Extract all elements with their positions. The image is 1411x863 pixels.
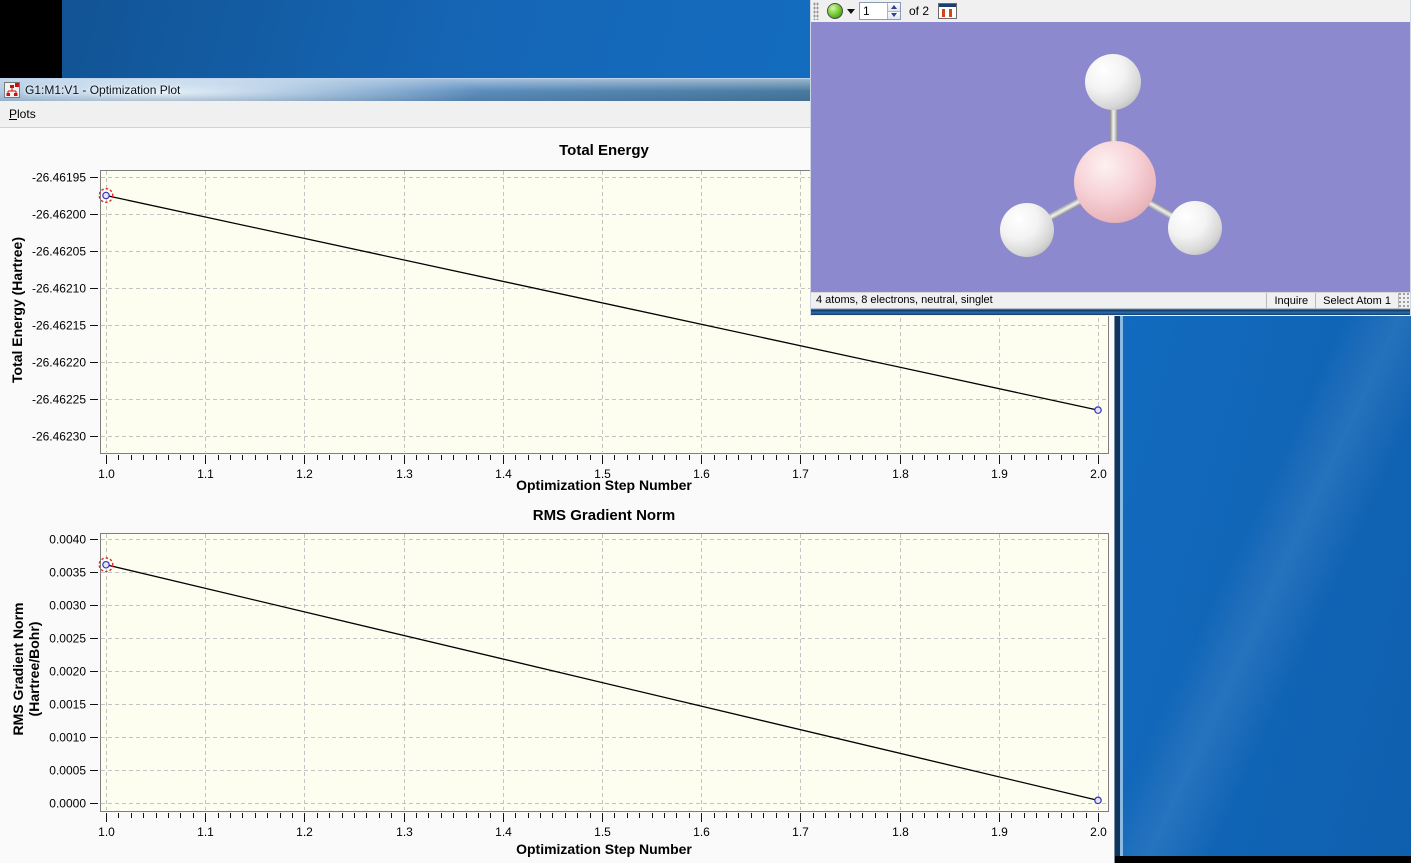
menu-plots[interactable]: Plots bbox=[0, 105, 45, 123]
status-select-atom: Select Atom 1 bbox=[1315, 293, 1398, 308]
arrow-down-icon bbox=[891, 13, 897, 18]
window-bottom-border bbox=[811, 308, 1410, 315]
svg-text:0.0000: 0.0000 bbox=[49, 797, 86, 811]
frame-list-icon[interactable] bbox=[938, 3, 958, 19]
frame-spinner[interactable]: 1 bbox=[859, 2, 901, 20]
x-axis-label-top: Optimization Step Number bbox=[516, 477, 692, 493]
boron-atom-center[interactable] bbox=[1074, 141, 1156, 223]
icon-red-bar bbox=[942, 9, 946, 17]
svg-text:0.0040: 0.0040 bbox=[49, 533, 86, 547]
svg-text:-26.46205: -26.46205 bbox=[32, 245, 86, 259]
svg-text:-26.46195: -26.46195 bbox=[32, 171, 86, 185]
molecule-info-text: 4 atoms, 8 electrons, neutral, singlet bbox=[816, 294, 993, 306]
desktop-black-bottom-strip bbox=[1115, 856, 1411, 863]
desktop-light-streak bbox=[1115, 310, 1411, 863]
resize-grip[interactable] bbox=[1398, 293, 1410, 308]
svg-text:1.5: 1.5 bbox=[594, 825, 611, 839]
green-sphere-icon[interactable] bbox=[827, 3, 843, 19]
chart-title-rms-gradient: RMS Gradient Norm bbox=[532, 507, 676, 524]
svg-text:-26.46210: -26.46210 bbox=[32, 282, 86, 296]
status-mode-inquire: Inquire bbox=[1266, 293, 1315, 308]
desktop-black-corner bbox=[0, 0, 62, 78]
svg-text:1.2: 1.2 bbox=[296, 825, 313, 839]
svg-text:1.8: 1.8 bbox=[892, 825, 909, 839]
svg-text:0.0025: 0.0025 bbox=[49, 632, 86, 646]
svg-text:1.4: 1.4 bbox=[495, 825, 512, 839]
svg-text:1.7: 1.7 bbox=[792, 825, 809, 839]
menu-plots-label: Plots bbox=[9, 107, 36, 121]
svg-text:1.9: 1.9 bbox=[991, 825, 1008, 839]
frame-spin-buttons bbox=[887, 3, 900, 19]
icon-red-bar bbox=[949, 9, 953, 17]
screen: G1:M1:V1 - Optimization Plot Plots -26.4… bbox=[0, 0, 1411, 863]
svg-text:0.0030: 0.0030 bbox=[49, 599, 86, 613]
svg-text:0.0015: 0.0015 bbox=[49, 698, 86, 712]
svg-text:-26.46200: -26.46200 bbox=[32, 208, 86, 222]
molecule-toolbar: 1 of 2 bbox=[811, 0, 1410, 22]
svg-text:1.1: 1.1 bbox=[197, 825, 214, 839]
svg-text:1.0: 1.0 bbox=[98, 825, 115, 839]
hydrogen-atom-right[interactable] bbox=[1168, 201, 1222, 255]
y-axis-label-total-energy: Total Energy (Hartree) bbox=[9, 237, 25, 383]
toolbar-drag-handle[interactable] bbox=[813, 2, 819, 20]
svg-text:1.6: 1.6 bbox=[693, 825, 710, 839]
frame-count-label: of 2 bbox=[909, 4, 930, 18]
plot-tree-icon bbox=[4, 82, 20, 98]
molecule-view-window: 1 of 2 4 atoms, 8 electrons, neutral, si… bbox=[810, 0, 1411, 316]
hydrogen-atom-top[interactable] bbox=[1085, 54, 1141, 110]
x-axis-label-bottom: Optimization Step Number bbox=[516, 841, 692, 857]
svg-text:0.0005: 0.0005 bbox=[49, 764, 86, 778]
molecule-status-bar: 4 atoms, 8 electrons, neutral, singlet I… bbox=[811, 292, 1410, 308]
svg-text:-26.46225: -26.46225 bbox=[32, 393, 86, 407]
svg-text:0.0020: 0.0020 bbox=[49, 665, 86, 679]
svg-text:2.0: 2.0 bbox=[1090, 825, 1107, 839]
spin-up-button[interactable] bbox=[888, 3, 900, 11]
hydrogen-atom-left[interactable] bbox=[1000, 203, 1054, 257]
molecule-3d-view[interactable] bbox=[811, 22, 1410, 292]
svg-text:0.0010: 0.0010 bbox=[49, 731, 86, 745]
svg-text:-26.46230: -26.46230 bbox=[32, 430, 86, 444]
frame-number-field[interactable]: 1 bbox=[860, 3, 887, 19]
svg-text:1.3: 1.3 bbox=[396, 825, 413, 839]
icon-titlebar bbox=[939, 4, 957, 7]
chevron-down-icon[interactable] bbox=[847, 8, 855, 14]
y-axis-label-rms-gradient: RMS Gradient Norm (Hartree/Bohr) bbox=[10, 602, 42, 736]
window-title: G1:M1:V1 - Optimization Plot bbox=[25, 83, 181, 97]
svg-text:-26.46215: -26.46215 bbox=[32, 319, 86, 333]
arrow-up-icon bbox=[891, 4, 897, 9]
spin-down-button[interactable] bbox=[888, 10, 900, 19]
svg-text:-26.46220: -26.46220 bbox=[32, 356, 86, 370]
svg-text:0.0035: 0.0035 bbox=[49, 566, 86, 580]
